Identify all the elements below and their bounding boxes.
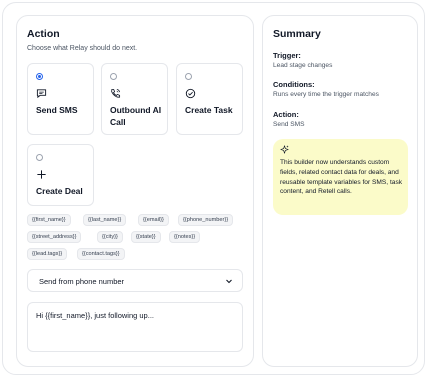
action-panel: Action Choose what Relay should do next.…: [16, 15, 254, 367]
variable-tag[interactable]: {{phone_number}}: [178, 214, 234, 226]
variable-tag[interactable]: {{contact.tags}}: [77, 248, 125, 260]
phone-call-icon: [111, 88, 121, 98]
create-task-radio[interactable]: [185, 73, 192, 80]
chevron-down-icon: [226, 279, 232, 284]
variable-tag[interactable]: {{city}}: [97, 231, 123, 243]
summary-title: Summary: [273, 28, 321, 40]
option-create-deal[interactable]: Create Deal: [27, 144, 94, 206]
message-icon: [36, 89, 47, 99]
variable-tag[interactable]: {{state}}: [131, 231, 161, 243]
variable-tag[interactable]: {{first_name}}: [27, 214, 71, 226]
outbound-ai-call-radio[interactable]: [110, 73, 117, 80]
message-value: Hi {{first_name}}, just following up...: [36, 311, 154, 320]
variable-tag[interactable]: {{street_address}}: [27, 231, 82, 243]
action-value: Send SMS: [273, 121, 305, 128]
info-note: This builder now understands custom fiel…: [273, 139, 408, 215]
action-title: Action: [27, 28, 60, 40]
action-label: Action:: [273, 110, 299, 119]
option-create-task[interactable]: Create Task: [176, 63, 243, 135]
trigger-label: Trigger:: [273, 51, 301, 60]
check-circle-icon: [185, 88, 196, 99]
message-textarea[interactable]: Hi {{first_name}}, just following up...: [27, 302, 243, 352]
send-sms-radio[interactable]: [36, 73, 43, 80]
builder-container: Action Choose what Relay should do next.…: [2, 2, 425, 375]
option-label: Create Task: [185, 105, 233, 115]
conditions-value: Runs every time the trigger matches: [273, 91, 379, 98]
variable-tag[interactable]: {{notes}}: [169, 231, 201, 243]
send-from-value: Send from phone number: [39, 277, 125, 286]
option-label: Send SMS: [36, 105, 78, 115]
option-send-sms[interactable]: Send SMS: [27, 63, 94, 135]
option-outbound-ai-call[interactable]: Outbound AI Call: [101, 63, 168, 135]
create-deal-radio[interactable]: [36, 154, 43, 161]
variable-tag[interactable]: {{last_name}}: [83, 214, 127, 226]
trigger-value: Lead stage changes: [273, 62, 333, 69]
option-label: Create Deal: [36, 186, 83, 196]
variable-tag[interactable]: {{lead.tags}}: [27, 248, 68, 260]
plus-icon: [37, 170, 46, 179]
note-text: This builder now understands custom fiel…: [280, 159, 403, 196]
sparkle-icon: [280, 145, 289, 154]
summary-panel: Summary Trigger: Lead stage changes Cond…: [262, 15, 418, 367]
action-subtitle: Choose what Relay should do next.: [27, 45, 138, 52]
variable-tag[interactable]: {{email}}: [138, 214, 169, 226]
send-from-select[interactable]: Send from phone number: [27, 269, 243, 292]
option-label: Outbound AI Call: [110, 105, 162, 127]
conditions-label: Conditions:: [273, 80, 315, 89]
